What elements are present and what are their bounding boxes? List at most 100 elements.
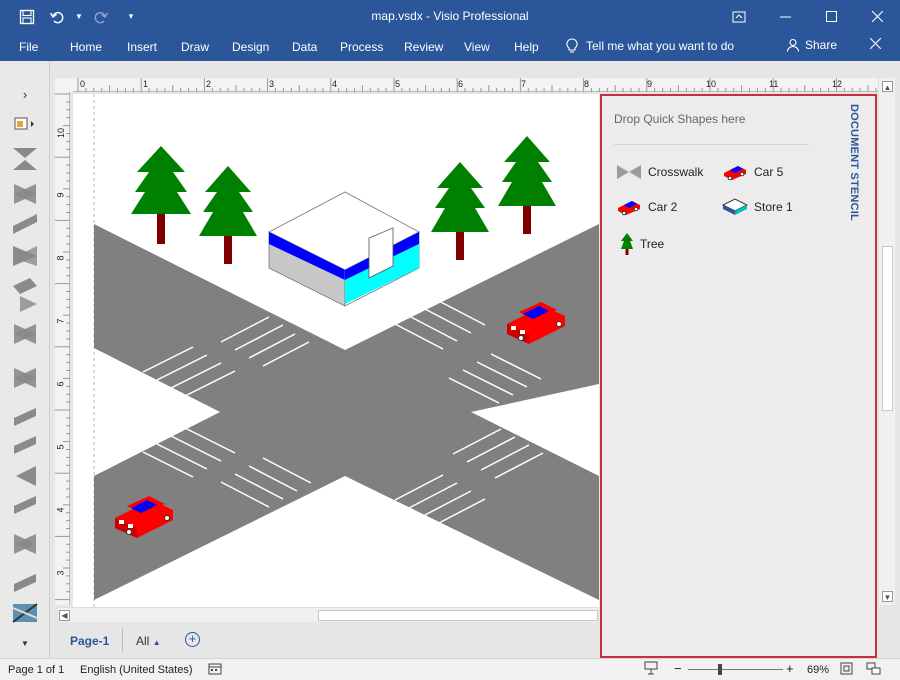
ruler-label: 11: [769, 79, 779, 89]
map-drawing: [93, 94, 599, 607]
minimize-icon: [779, 16, 791, 18]
tab-view[interactable]: View: [464, 40, 490, 54]
presentation-icon: [644, 661, 658, 675]
store-shape[interactable]: [268, 191, 420, 307]
stencil-item-car-2[interactable]: Car 2: [616, 198, 677, 216]
drop-quick-shapes-hint: Drop Quick Shapes here: [614, 112, 746, 126]
zoom-slider-thumb[interactable]: [718, 664, 722, 675]
car-icon: [618, 201, 640, 216]
zoom-level[interactable]: 69%: [807, 664, 829, 676]
tab-insert[interactable]: Insert: [127, 40, 157, 54]
close-icon: [869, 37, 882, 50]
chevron-down-icon: ▼: [883, 593, 892, 602]
tree-shape[interactable]: [431, 162, 489, 260]
ruler-label: 4: [55, 507, 66, 513]
ruler-label: 0: [80, 79, 86, 89]
plus-icon: +: [188, 631, 197, 646]
horizontal-ruler-ticks: [77, 78, 877, 92]
vertical-scrollbar[interactable]: ▲ ▼: [878, 78, 895, 605]
fit-page-icon: [840, 662, 853, 675]
tree-shape[interactable]: [131, 146, 191, 244]
ruler-label: 10: [706, 79, 717, 89]
tab-process[interactable]: Process: [340, 40, 383, 54]
status-bar: Page 1 of 1 English (United States) − + …: [0, 658, 900, 680]
ruler-label: 3: [55, 570, 66, 576]
stencil-item-label: Store 1: [754, 200, 793, 214]
person-icon: [786, 38, 800, 52]
tab-design[interactable]: Design: [232, 40, 269, 54]
macro-icon: [208, 663, 222, 675]
chevron-down-icon: ▼: [21, 639, 29, 648]
share-label: Share: [805, 38, 838, 52]
tell-me-box[interactable]: Tell me what you want to do: [566, 38, 734, 54]
minimize-button[interactable]: [762, 0, 808, 33]
ruler-label: 3: [269, 79, 275, 89]
vertical-scroll-thumb[interactable]: [882, 246, 893, 411]
ribbon-close-button[interactable]: [869, 37, 882, 52]
maximize-button[interactable]: [808, 0, 854, 33]
ribbon-display-options-button[interactable]: [716, 0, 762, 33]
minus-icon: −: [674, 661, 682, 676]
horizontal-scroll-thumb[interactable]: [318, 610, 598, 621]
page-tab-page-1[interactable]: Page-1: [70, 634, 109, 648]
ruler-label: 1: [143, 79, 149, 89]
tab-help[interactable]: Help: [514, 40, 539, 54]
stencil-item-store-1[interactable]: Store 1: [722, 198, 793, 216]
stencil-item-label: Crosswalk: [648, 165, 704, 179]
ribbon-tabs: File Home Insert Draw Design Data Proces…: [0, 33, 900, 61]
shape-thumbnails: [0, 146, 50, 636]
tree-shape[interactable]: [498, 136, 556, 234]
stencil-item-tree[interactable]: Tree: [620, 232, 664, 256]
scroll-left-button[interactable]: ◀: [59, 610, 70, 621]
macro-recording-button[interactable]: [208, 662, 222, 679]
ruler-label: 9: [647, 79, 653, 89]
more-shapes-button[interactable]: ▼: [0, 639, 50, 648]
zoom-slider[interactable]: [688, 669, 783, 670]
shapes-pane-collapsed: › ▼: [0, 61, 50, 658]
horizontal-scrollbar[interactable]: ◀: [58, 607, 598, 622]
ruler-label: 12: [832, 79, 843, 89]
tab-data[interactable]: Data: [292, 40, 317, 54]
crosswalk-icon: [616, 164, 642, 180]
tab-file[interactable]: File: [19, 40, 38, 54]
fit-page-button[interactable]: [840, 662, 853, 678]
scroll-down-button[interactable]: ▼: [882, 591, 893, 602]
ruler-label: 2: [206, 79, 212, 89]
switch-windows-button[interactable]: [866, 662, 881, 678]
scroll-up-button[interactable]: ▲: [882, 81, 893, 92]
tree-icon: [621, 233, 633, 255]
plus-icon: +: [786, 661, 794, 676]
expand-shapes-button[interactable]: ›: [0, 87, 50, 102]
tree-shape[interactable]: [199, 166, 257, 264]
stencil-item-car-5[interactable]: Car 5: [722, 163, 783, 181]
horizontal-ruler: 0 1 2 3 4 5 6 7 8 9 10 11 12: [73, 78, 878, 92]
tab-home[interactable]: Home: [70, 40, 102, 54]
ruler-label: 5: [395, 79, 401, 89]
tab-review[interactable]: Review: [404, 40, 443, 54]
language-status[interactable]: English (United States): [80, 664, 193, 676]
store-icon: [722, 198, 748, 215]
stencil-item-label: Tree: [640, 237, 665, 251]
close-window-button[interactable]: [854, 0, 900, 33]
zoom-out-button[interactable]: −: [674, 661, 682, 676]
share-button[interactable]: Share: [786, 38, 837, 52]
divider: [614, 144, 809, 145]
ruler-label: 6: [55, 381, 66, 387]
all-pages-button[interactable]: All ▲: [136, 634, 161, 648]
stencil-menu-button[interactable]: [0, 115, 50, 133]
chevron-up-icon: ▲: [883, 83, 892, 92]
ruler-label: 8: [55, 255, 66, 261]
crosswalk-shapes-icon: [12, 148, 38, 623]
ribbon-display-icon: [732, 11, 746, 22]
lightbulb-icon: [566, 38, 578, 53]
stencil-item-crosswalk[interactable]: Crosswalk: [616, 163, 703, 181]
page-count[interactable]: Page 1 of 1: [8, 664, 64, 676]
tab-draw[interactable]: Draw: [181, 40, 209, 54]
zoom-in-button[interactable]: +: [786, 661, 794, 676]
add-page-button[interactable]: +: [185, 632, 200, 647]
ruler-label: 10: [56, 127, 67, 139]
chevron-right-icon: ›: [22, 87, 28, 102]
ruler-label: 8: [584, 79, 590, 89]
presentation-mode-button[interactable]: [644, 661, 658, 678]
drawing-canvas[interactable]: [73, 94, 599, 607]
